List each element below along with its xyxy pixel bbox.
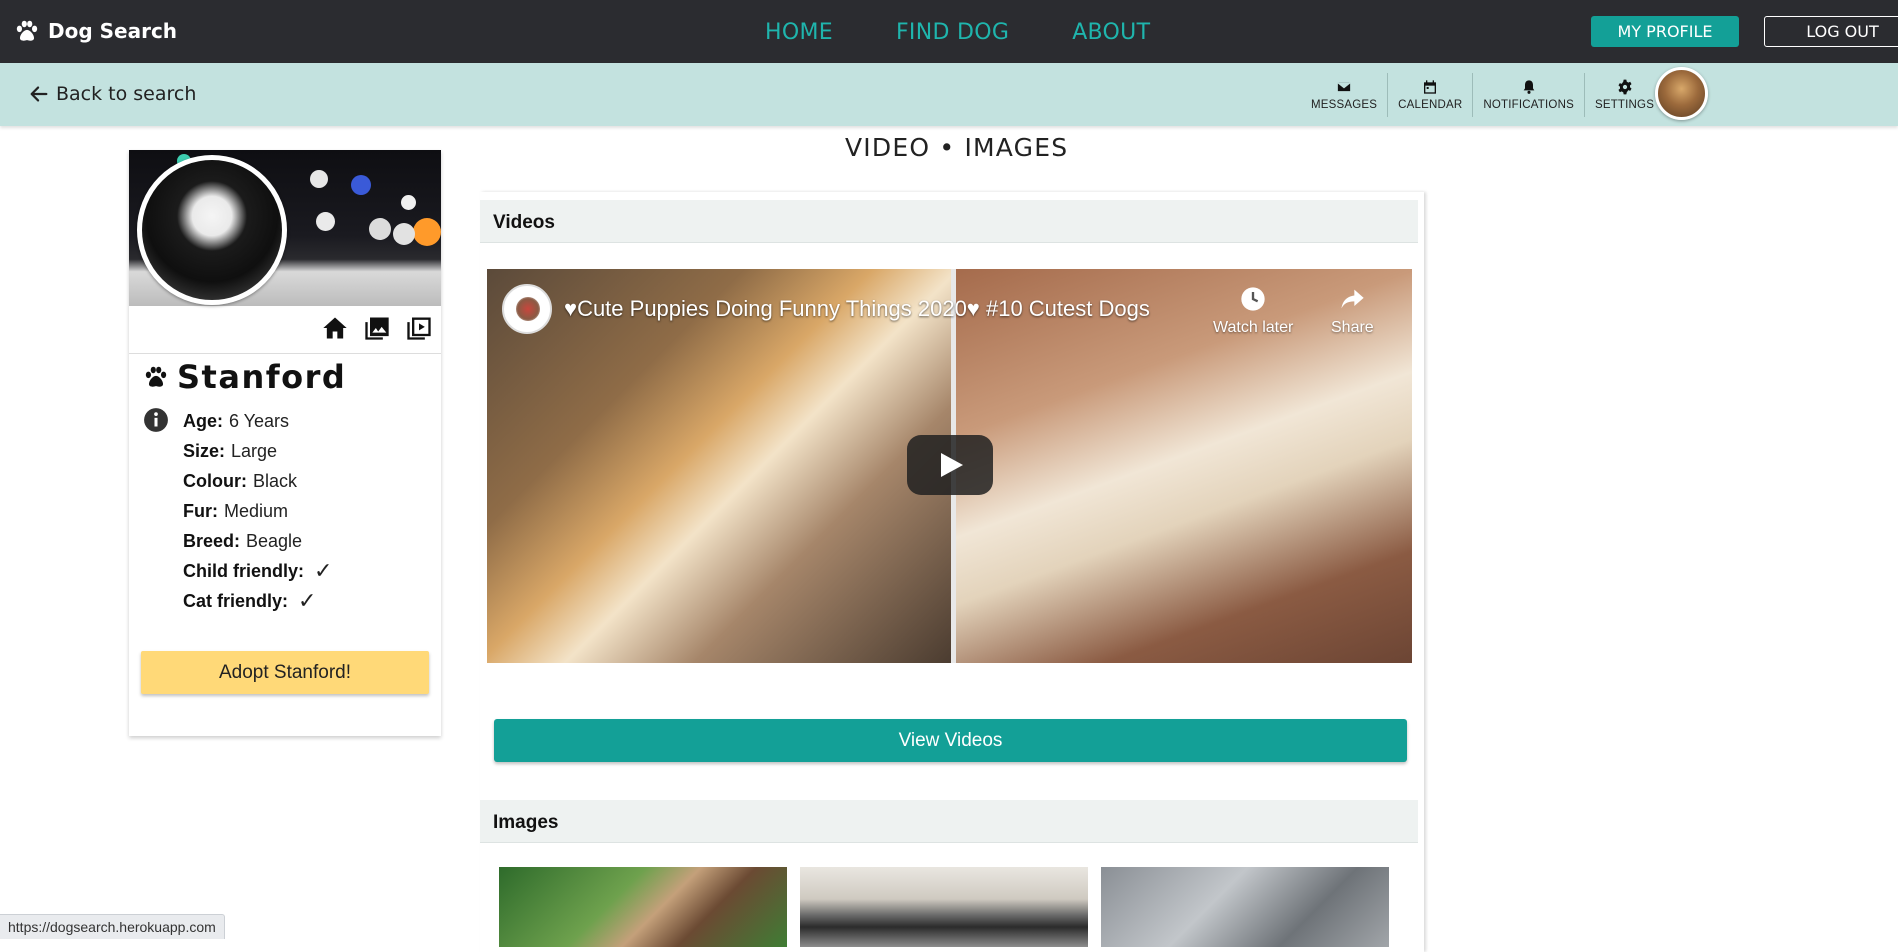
- video-thumbnail-left: [487, 269, 951, 663]
- detail-key: Age:: [183, 410, 223, 431]
- detail-child-friendly: Child friendly: ✓: [183, 556, 332, 586]
- gear-icon: [1617, 79, 1632, 95]
- bell-icon: [1523, 80, 1535, 94]
- notifications-button[interactable]: NOTIFICATIONS: [1473, 73, 1585, 117]
- detail-key: Child friendly:: [183, 560, 304, 581]
- settings-button[interactable]: SETTINGS: [1585, 73, 1664, 117]
- images-icon[interactable]: [363, 314, 391, 342]
- detail-value: Large: [231, 440, 278, 461]
- arrow-left-icon: [30, 86, 48, 102]
- envelope-icon: [1336, 81, 1352, 93]
- gallery-image[interactable]: [1101, 867, 1389, 947]
- brand-name: Dog Search: [48, 19, 178, 43]
- page-title: VIDEO • IMAGES: [845, 133, 1069, 162]
- back-to-search-link[interactable]: Back to search: [28, 83, 196, 105]
- nav-home[interactable]: HOME: [765, 20, 833, 45]
- video-player[interactable]: ♥Cute Puppies Doing Funny Things 2020♥ #…: [487, 269, 1412, 663]
- video-library-icon[interactable]: [405, 314, 433, 342]
- share-label: Share: [1331, 319, 1374, 336]
- dog-avatar: [137, 155, 287, 305]
- adopt-button[interactable]: Adopt Stanford!: [141, 651, 429, 694]
- dog-details: Age: 6 Years Size: Large Colour: Black F…: [183, 406, 332, 616]
- media-panel: Videos ♥Cute Puppies Doing Funny Things …: [480, 192, 1424, 952]
- check-icon: ✓: [298, 588, 317, 613]
- share-icon: [1341, 289, 1365, 309]
- settings-label: SETTINGS: [1594, 99, 1655, 111]
- watch-later-button[interactable]: Watch later: [1213, 285, 1293, 337]
- status-bar-url: https://dogsearch.herokuapp.com: [0, 914, 225, 939]
- calendar-label: CALENDAR: [1398, 99, 1463, 111]
- top-navbar: Dog Search HOME FIND DOG ABOUT MY PROFIL…: [0, 0, 1898, 63]
- card-nav-icons: [321, 314, 433, 342]
- sub-toolbar: Back to search MESSAGES CALENDAR NOTIFIC…: [0, 63, 1898, 126]
- video-title[interactable]: ♥Cute Puppies Doing Funny Things 2020♥ #…: [564, 296, 1150, 322]
- share-button[interactable]: Share: [1331, 285, 1374, 337]
- dog-name-heading: Stanford: [143, 358, 346, 396]
- paw-icon: [145, 366, 167, 387]
- clock-icon: [1241, 287, 1265, 311]
- my-profile-button[interactable]: MY PROFILE: [1591, 16, 1739, 47]
- detail-colour: Colour: Black: [183, 466, 332, 496]
- nav-about[interactable]: ABOUT: [1072, 20, 1150, 45]
- dog-name: Stanford: [177, 358, 347, 396]
- calendar-button[interactable]: CALENDAR: [1388, 73, 1474, 117]
- detail-key: Size:: [183, 440, 226, 461]
- info-icon: [144, 408, 168, 432]
- messages-label: MESSAGES: [1311, 99, 1378, 111]
- gallery-image[interactable]: [499, 867, 787, 947]
- notifications-label: NOTIFICATIONS: [1483, 99, 1574, 111]
- detail-value: Medium: [224, 500, 289, 521]
- check-icon: ✓: [314, 558, 333, 583]
- brand[interactable]: Dog Search: [14, 18, 177, 44]
- detail-value: Beagle: [246, 530, 303, 551]
- main-nav: HOME FIND DOG ABOUT: [765, 20, 1150, 45]
- dog-profile-card: Stanford Age: 6 Years Size: Large Colour…: [129, 150, 441, 736]
- home-icon[interactable]: [321, 314, 349, 342]
- detail-size: Size: Large: [183, 436, 332, 466]
- view-videos-button[interactable]: View Videos: [494, 719, 1407, 762]
- detail-key: Breed:: [183, 530, 241, 551]
- detail-key: Fur:: [183, 500, 218, 521]
- detail-age: Age: 6 Years: [183, 406, 332, 436]
- nav-find-dog[interactable]: FIND DOG: [896, 20, 1009, 45]
- image-gallery: [499, 867, 1389, 947]
- videos-heading: Videos: [480, 200, 1418, 243]
- detail-breed: Breed: Beagle: [183, 526, 332, 556]
- calendar-icon: [1424, 80, 1437, 94]
- detail-cat-friendly: Cat friendly: ✓: [183, 586, 332, 616]
- gallery-image[interactable]: [800, 867, 1088, 947]
- user-avatar[interactable]: [1655, 67, 1708, 120]
- messages-button[interactable]: MESSAGES: [1301, 73, 1389, 117]
- play-button[interactable]: [907, 435, 993, 495]
- watch-later-label: Watch later: [1213, 319, 1294, 336]
- logout-button[interactable]: LOG OUT: [1764, 16, 1898, 47]
- paw-icon: [16, 20, 38, 41]
- channel-logo[interactable]: [502, 284, 552, 334]
- detail-value: 6 Years: [229, 410, 290, 431]
- images-heading: Images: [480, 800, 1418, 843]
- user-toolbar: MESSAGES CALENDAR NOTIFICATIONS SETTINGS: [1301, 73, 1664, 117]
- detail-key: Cat friendly:: [183, 590, 289, 611]
- detail-key: Colour:: [183, 470, 247, 491]
- detail-value: Black: [252, 470, 297, 491]
- card-divider: [129, 353, 441, 354]
- detail-fur: Fur: Medium: [183, 496, 332, 526]
- back-label: Back to search: [56, 83, 197, 105]
